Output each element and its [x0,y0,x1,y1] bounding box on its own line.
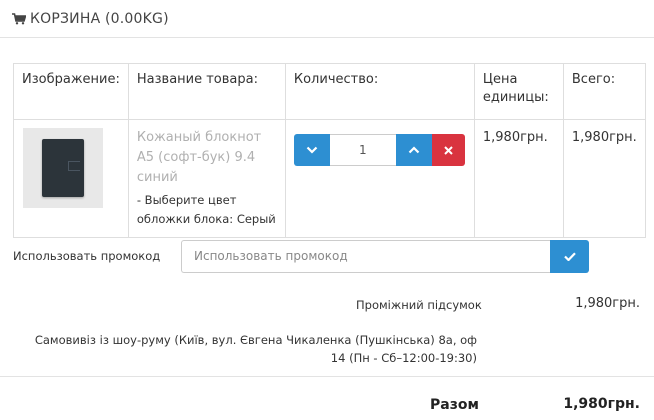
subtotal-label: Проміжний підсумок [356,298,482,312]
notebook-image [42,139,84,197]
subtotal-value: 1,980грн. [575,296,640,311]
product-name-cell: Кожаный блокнот А5 (софт-бук) 9.4 синий … [127,119,286,238]
cart-title: КОРЗИНА (0.00KG) [30,10,169,27]
column-header-quantity: Количество: [284,63,475,120]
total-price-cell: 1,980грн. [562,119,646,238]
close-icon [444,145,453,155]
unit-price: 1,980грн. [482,130,548,145]
promo-label: Использовать промокод [13,249,161,263]
increase-quantity-button[interactable] [395,134,432,166]
product-name-link[interactable]: Кожаный блокнот А5 (софт-бук) 9.4 синий [137,128,277,188]
promo-code-input[interactable]: Использовать промокод [181,240,550,273]
product-thumbnail[interactable] [23,128,103,208]
total-value: 1,980грн. [563,396,640,412]
column-header-unit-price: Цена единицы: [473,63,564,120]
quantity-stepper: 1 [293,134,466,166]
quantity-input[interactable]: 1 [329,134,396,166]
table-header-row: Изображение: Название товара: Количество… [13,63,646,120]
chevron-up-icon [408,146,420,154]
chevron-down-icon [306,146,318,154]
shipping-method-label: Самовивіз із шоу-руму (Київ, вул. Євгена… [34,333,477,365]
product-image-cell [13,119,129,238]
check-icon [563,252,576,261]
decrease-quantity-button[interactable] [293,134,330,166]
unit-price-cell: 1,980грн. [473,119,564,238]
table-row: Кожаный блокнот А5 (софт-бук) 9.4 синий … [13,119,646,238]
apply-promo-button[interactable] [550,240,589,273]
column-header-image: Изображение: [13,63,129,120]
quantity-cell: 1 [284,119,475,238]
cart-table: Изображение: Название товара: Количество… [13,63,646,238]
column-header-name: Название товара: [127,63,286,120]
cart-icon [12,12,26,24]
product-option: - Выберите цвет обложки блока: Серый [136,193,276,226]
total-label: Разом [430,397,479,413]
divider [0,376,654,377]
cart-header: КОРЗИНА (0.00KG) [0,0,654,38]
remove-item-button[interactable] [431,134,465,166]
column-header-total: Всего: [562,63,646,120]
row-total-price: 1,980грн. [571,130,637,145]
